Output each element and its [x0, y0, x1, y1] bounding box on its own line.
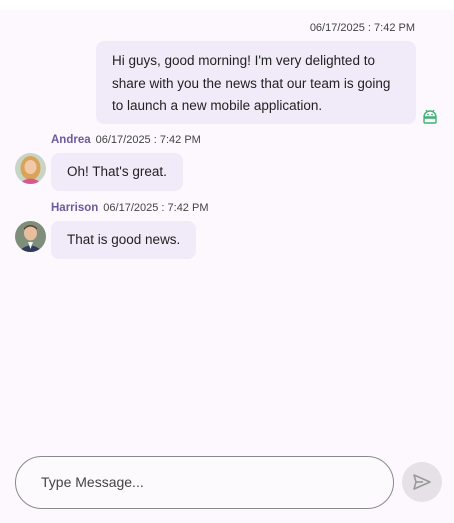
android-icon	[421, 106, 439, 124]
avatar	[15, 221, 46, 252]
sender-name: Harrison	[51, 202, 99, 214]
message-composer	[15, 456, 394, 509]
message-input[interactable]	[41, 457, 371, 507]
sender-name: Andrea	[51, 134, 91, 146]
send-icon	[413, 474, 431, 490]
message-meta: Harrison 06/17/2025 : 7:42 PM	[51, 202, 208, 214]
message-timestamp: 06/17/2025 : 7:42 PM	[103, 202, 209, 214]
message-meta: Andrea 06/17/2025 : 7:42 PM	[51, 134, 201, 146]
message-timestamp: 06/17/2025 : 7:42 PM	[95, 134, 201, 146]
message-bubble: Oh! That's great.	[51, 153, 183, 191]
top-bar	[0, 0, 454, 10]
avatar	[15, 153, 46, 184]
message-bubble: That is good news.	[51, 221, 197, 259]
send-button[interactable]	[402, 462, 442, 502]
message-bubble: Hi guys, good morning! I'm very delighte…	[96, 41, 416, 124]
message-timestamp: 06/17/2025 : 7:42 PM	[309, 22, 415, 34]
